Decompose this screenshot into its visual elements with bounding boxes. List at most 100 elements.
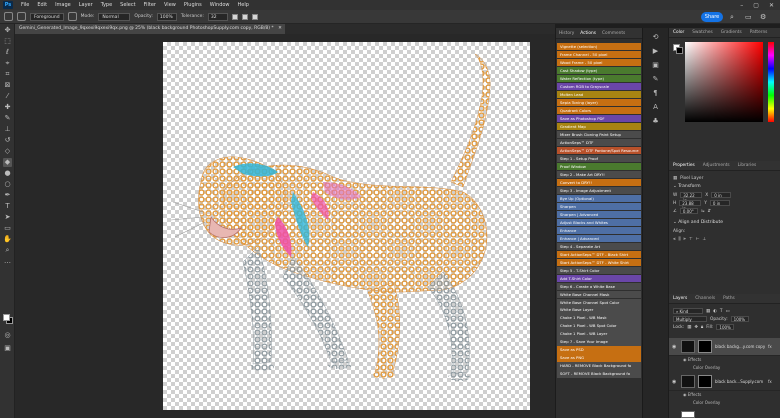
action-item[interactable]: Step 3 - Image Adjustment [557,186,641,194]
action-item[interactable]: Vignette (selection) [557,43,641,51]
paint-bucket-tool-icon[interactable]: ◆ [3,158,12,167]
transform-header[interactable]: ⌄ Transform [669,182,780,191]
menu-help[interactable]: Help [234,2,253,8]
eraser-tool-icon[interactable]: ◇ [3,147,12,156]
action-item[interactable]: Wood Frame - 50 pixel [557,58,641,67]
lock-position-icon[interactable]: ✥ [694,325,698,330]
layer-row[interactable]: ◉ black back...Supply.com fx [669,373,780,391]
fx-icon[interactable]: fx [768,379,772,384]
tab-swatches[interactable]: Swatches [688,30,717,35]
blend-mode-select[interactable]: Multiply [673,316,707,322]
menu-plugins[interactable]: Plugins [180,2,206,8]
layer-effects-label[interactable]: ◉ Effects [683,357,701,362]
layer-effect-item[interactable]: Color Overlay [693,400,720,405]
all-layers-checkbox[interactable] [251,13,258,20]
action-item[interactable]: SOFT - REMOVE Black Background fo [557,370,641,378]
document-tab[interactable]: Gemini_Generated_Image_9qxexi9qxexi9qx.p… [15,24,285,34]
visibility-eye-icon[interactable]: ◉ [672,344,678,350]
action-item[interactable]: Add T-Shirt Color [557,274,641,282]
action-item[interactable]: Sharpen | Advanced [557,210,641,218]
fill-source-select[interactable]: Foreground [30,12,64,21]
quick-mask-icon[interactable]: ◎ [3,331,12,340]
dodge-tool-icon[interactable]: ○ [3,180,12,189]
filter-type-icon[interactable]: T [720,309,723,314]
tab-properties[interactable]: Properties [669,163,699,168]
play-action-icon[interactable]: ▶ [651,47,660,56]
action-item[interactable]: Convert to DRY!! [557,178,641,186]
action-item[interactable]: Step 1 - Setup Proof [557,154,641,162]
action-item[interactable]: Custom RGB to Grayscale [557,82,641,91]
tab-history[interactable]: History [556,31,577,36]
pattern-icon[interactable] [67,12,77,21]
crop-tool-icon[interactable]: ⌗ [3,70,12,79]
menu-image[interactable]: Image [51,2,75,8]
menu-view[interactable]: View [160,2,180,8]
action-item[interactable]: Choke 1 Pixel - WB Layer [557,330,641,338]
filter-shape-icon[interactable]: ▭ [725,309,729,314]
action-item[interactable]: White Base Channel Spot Color [557,298,641,306]
fill-input[interactable]: 100% [716,324,735,330]
fx-icon[interactable]: fx [768,344,772,349]
workspace-icon[interactable]: ▭ [745,13,752,21]
action-item[interactable]: Save as PNG [557,354,641,362]
search-icon[interactable]: ⌕ [730,13,734,22]
layer-effects-label[interactable]: ◉ Effects [683,392,701,397]
object-select-tool-icon[interactable]: ⌖ [3,59,12,68]
action-item[interactable]: Gradient Map [557,122,641,131]
tab-gradients[interactable]: Gradients [717,30,746,35]
screen-mode-icon[interactable]: ▣ [3,344,12,353]
tab-libraries[interactable]: Libraries [734,163,761,168]
action-item[interactable]: White Base Layer [557,306,641,314]
visibility-eye-icon[interactable]: ◉ [672,379,678,385]
background-color-chip[interactable] [676,47,683,54]
action-item[interactable]: Step 6 - Create a White Base [557,282,641,290]
layer-name[interactable]: black back...Supply.com [715,379,765,384]
menu-layer[interactable]: Layer [75,2,97,8]
action-item[interactable]: Start ActionSeps™ DTF - White Shirt [557,258,641,266]
action-item[interactable]: Frame Channel - 50 pixel [557,50,641,59]
align-middle-icon[interactable]: ⊢ [696,237,700,242]
align-right-icon[interactable]: ⫸ [683,237,685,242]
action-item[interactable]: HARD - REMOVE Black Background fo [557,362,641,370]
eyedropper-tool-icon[interactable]: ⁄ [3,92,12,101]
action-item[interactable]: Proof Window [557,162,641,170]
align-top-icon[interactable]: ⊤ [689,237,693,242]
type-tool-icon[interactable]: T [3,202,12,211]
action-item[interactable]: Quadrant Colors [557,106,641,115]
tab-adjustments[interactable]: Adjustments [699,163,734,168]
menu-filter[interactable]: Filter [140,2,160,8]
width-input[interactable]: 32.22 in [680,192,703,203]
character-icon[interactable]: A [651,103,660,112]
action-item[interactable]: Sharpen [557,202,641,210]
blur-tool-icon[interactable]: ● [3,169,12,178]
lasso-tool-icon[interactable]: ℓ [3,48,12,57]
action-item[interactable]: Step 7 - Save Your Image [557,338,641,346]
action-item[interactable]: Choke 1 Pixel - WB Spot Color [557,322,641,330]
menu-edit[interactable]: Edit [33,2,51,8]
align-left-icon[interactable]: ⫷ [673,237,675,242]
layer-row[interactable] [669,410,780,418]
history-brush-icon[interactable]: ↺ [3,136,12,145]
menu-select[interactable]: Select [116,2,139,8]
layer-filter-kind-select[interactable]: ⌕ Kind [673,308,703,314]
tab-actions[interactable]: Actions [577,31,599,36]
menu-type[interactable]: Type [97,2,116,8]
brush-settings-icon[interactable]: ✎ [651,75,660,84]
hue-slider[interactable] [768,42,774,122]
action-item[interactable]: Start ActionSeps™ DTF - Black Shirt [557,250,641,258]
flip-vertical-icon[interactable]: ⇵ [707,209,711,214]
contiguous-checkbox[interactable] [241,13,248,20]
opacity-input[interactable]: 100% [156,12,177,21]
layer-row[interactable]: ◉ black backg...y.com copy fx [669,338,780,356]
tab-layers[interactable]: Layers [669,296,691,301]
marquee-tool-icon[interactable]: ⬚ [3,37,12,46]
close-tab-icon[interactable]: ✕ [278,26,282,31]
action-item[interactable]: Sepia Toning (layer) [557,98,641,107]
tab-comments[interactable]: Comments [599,31,628,36]
stamp-tool-icon[interactable]: ⊥ [3,125,12,134]
home-icon[interactable] [4,12,13,21]
more-tools-icon[interactable]: … [3,257,12,266]
action-item[interactable]: Cast Shadow (type) [557,66,641,75]
layer-effect-item[interactable]: Color Overlay [693,365,720,370]
action-item[interactable]: Molten Lead [557,90,641,99]
